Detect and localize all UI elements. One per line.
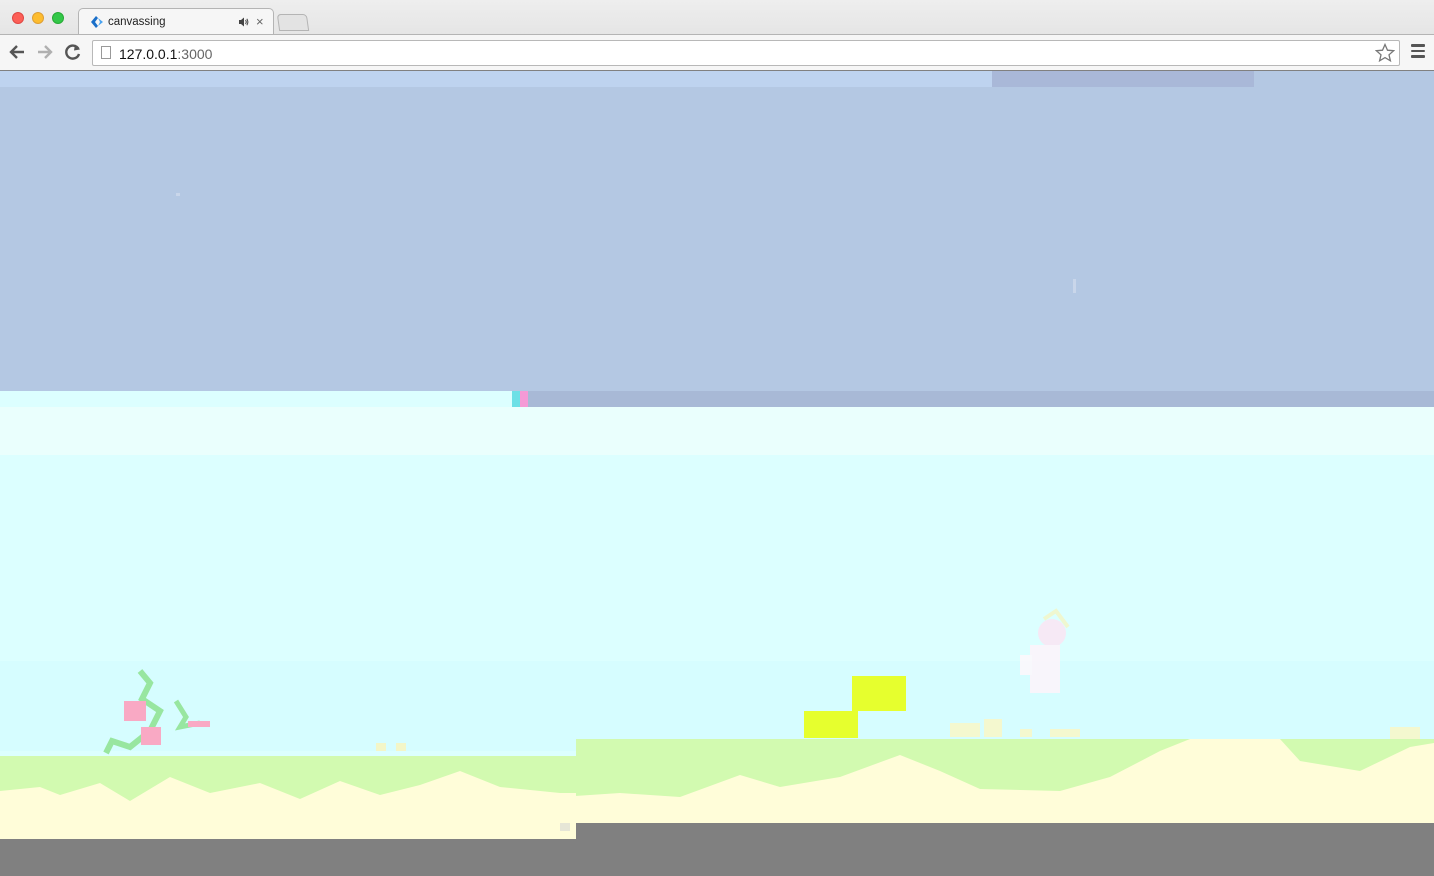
haze-band (0, 407, 1434, 455)
flower (124, 701, 146, 721)
tab-close-icon[interactable]: × (256, 14, 264, 29)
hamburger-menu-icon[interactable] (1411, 44, 1425, 58)
tab-title: canvassing (108, 16, 166, 28)
glitch-pixel-pink (520, 391, 528, 407)
browser-chrome: canvassing × 127.0.0.1:3000 (0, 0, 1434, 70)
sky-upper (0, 71, 1434, 391)
glitch-pixel-cyan (512, 391, 520, 407)
glitch-strip-mid (512, 391, 1434, 407)
tab-favicon-icon (91, 16, 103, 28)
address-bar[interactable]: 127.0.0.1:3000 (92, 40, 1400, 66)
tuft (950, 723, 980, 737)
new-tab-button[interactable] (276, 14, 310, 31)
flower-small (188, 721, 210, 727)
url-text[interactable]: 127.0.0.1:3000 (119, 46, 212, 62)
block (852, 676, 906, 711)
speck (176, 193, 180, 196)
url-host: 127.0.0.1 (119, 46, 178, 62)
tuft (1390, 727, 1420, 739)
speck (560, 823, 570, 831)
void-right (576, 823, 1434, 876)
browser-tab[interactable]: canvassing × (78, 8, 274, 35)
game-viewport[interactable] (0, 71, 1434, 876)
bush (376, 743, 386, 751)
tuft (1050, 729, 1080, 737)
window-minimize-button[interactable] (32, 12, 44, 24)
glitch-strip-top (992, 71, 1254, 87)
haze-band-lower (0, 661, 1434, 751)
speck (1073, 279, 1076, 293)
browser-toolbar: 127.0.0.1:3000 (0, 34, 1434, 70)
sky-top-strip (0, 71, 992, 87)
bush (396, 743, 406, 751)
page-icon (101, 46, 111, 59)
flower (141, 727, 161, 745)
url-port: :3000 (177, 46, 213, 62)
tuft (984, 719, 1002, 737)
bookmark-star-icon[interactable] (1375, 43, 1395, 63)
reload-icon[interactable] (63, 42, 83, 62)
forward-arrow-icon[interactable] (35, 42, 55, 62)
window-close-button[interactable] (12, 12, 24, 24)
block (804, 711, 858, 738)
tuft (1020, 729, 1032, 737)
speaker-icon[interactable] (238, 17, 249, 27)
back-arrow-icon[interactable] (7, 42, 27, 62)
window-maximize-button[interactable] (52, 12, 64, 24)
game-canvas[interactable] (0, 71, 1434, 876)
